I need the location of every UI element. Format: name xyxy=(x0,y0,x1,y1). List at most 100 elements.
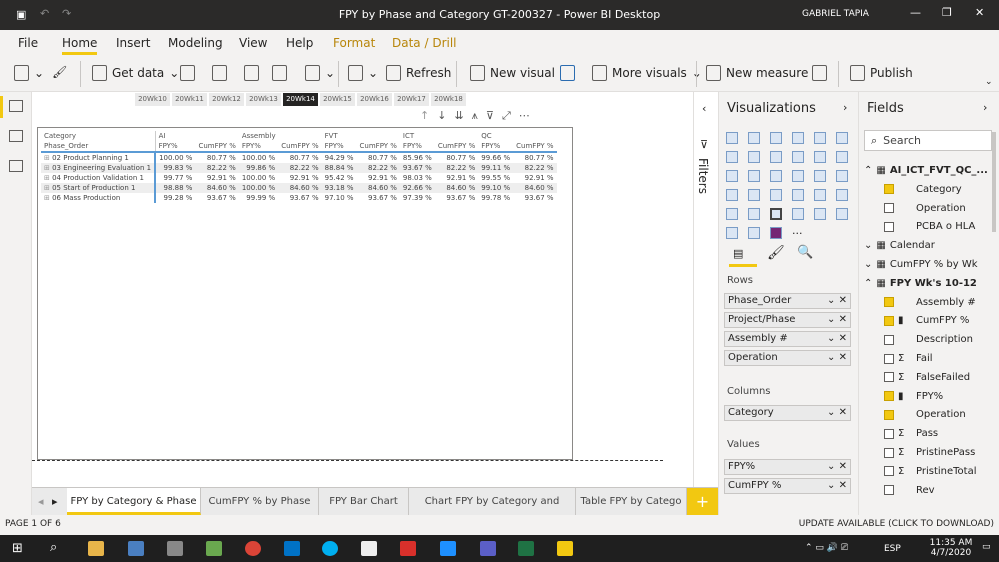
language-indicator[interactable]: ESP xyxy=(884,544,901,554)
stacked-area-visual-icon[interactable] xyxy=(770,151,782,163)
remove-field-icon[interactable]: ✕ xyxy=(839,333,847,344)
treemap-visual-icon[interactable] xyxy=(836,170,848,182)
quick-measure-button[interactable] xyxy=(812,65,827,81)
field-well-rows[interactable]: Operation ⌄ ✕ xyxy=(724,350,851,366)
field-checkbox[interactable] xyxy=(884,315,894,326)
custom-visual-visual-icon[interactable] xyxy=(770,227,782,239)
fields-tab-icon[interactable]: ▤ xyxy=(733,247,743,260)
funnel-visual-icon[interactable] xyxy=(748,170,760,182)
column-header-category[interactable]: QC xyxy=(478,131,556,141)
donut-visual-icon[interactable] xyxy=(814,170,826,182)
field-checkbox[interactable] xyxy=(884,184,894,195)
remove-field-icon[interactable]: ✕ xyxy=(839,407,847,418)
snipping-tool-icon[interactable] xyxy=(167,541,183,556)
chevron-up-icon[interactable]: ⌃ xyxy=(864,165,872,176)
python-visual-visual-icon[interactable] xyxy=(814,208,826,220)
field-item[interactable]: Σ PristineTotal xyxy=(884,466,977,477)
page-tab[interactable]: Chart FPY by Category and Phase xyxy=(409,488,576,515)
waterfall-visual-icon[interactable] xyxy=(726,170,738,182)
chevron-up-icon[interactable]: ⌃ xyxy=(864,278,872,289)
field-item[interactable]: Σ Pass xyxy=(884,428,938,439)
column-header-measure[interactable]: CumFPY % xyxy=(435,141,478,152)
menu-view[interactable]: View xyxy=(239,36,267,50)
week-20Wk12[interactable]: 20Wk12 xyxy=(209,93,244,106)
menu-format[interactable]: Format xyxy=(333,36,375,50)
column-header-measure[interactable]: CumFPY % xyxy=(278,141,321,152)
chevron-down-icon[interactable]: ⌄ xyxy=(827,461,839,472)
page-tab[interactable]: CumFPY % by Phase xyxy=(201,488,319,515)
decomposition-visual-icon[interactable] xyxy=(748,227,760,239)
app-icon[interactable] xyxy=(206,541,222,556)
recent-sources-button[interactable]: ⌄ xyxy=(305,65,335,81)
slicer-visual-icon[interactable] xyxy=(726,208,738,220)
table-visual-icon[interactable] xyxy=(748,208,760,220)
clock[interactable]: 11:35 AM 4/7/2020 xyxy=(926,538,976,558)
document-icon[interactable] xyxy=(361,541,377,556)
model-view-icon[interactable] xyxy=(9,160,23,172)
expand-all-icon[interactable]: ⇊ xyxy=(454,109,471,122)
prev-page-icon[interactable]: ◂ xyxy=(38,495,44,508)
field-checkbox[interactable] xyxy=(884,466,894,477)
pie-visual-icon[interactable] xyxy=(792,170,804,182)
field-table[interactable]: ⌄ ▦ Calendar xyxy=(864,240,935,251)
text-box-button[interactable] xyxy=(560,65,575,81)
field-checkbox[interactable] xyxy=(884,334,894,345)
field-item[interactable]: Σ Fail xyxy=(884,353,933,364)
remove-field-icon[interactable]: ✕ xyxy=(839,352,847,363)
more-options-icon[interactable]: ⋯ xyxy=(519,109,538,122)
fields-search-input[interactable]: ⌕ Search xyxy=(864,130,992,151)
transform-data-button[interactable]: ⌄ xyxy=(348,65,378,81)
field-checkbox[interactable] xyxy=(884,297,894,308)
notepad-icon[interactable] xyxy=(128,541,144,556)
close-button[interactable]: ✕ xyxy=(975,6,984,19)
filters-pane-collapsed[interactable]: ‹ ⊽ Filters xyxy=(693,92,718,515)
column-header-measure[interactable]: FPY% xyxy=(478,141,513,152)
gauge-visual-icon[interactable] xyxy=(770,189,782,201)
column-header-measure[interactable]: CumFPY % xyxy=(513,141,556,152)
column-header-category[interactable]: Assembly xyxy=(239,131,322,141)
menu-insert[interactable]: Insert xyxy=(116,36,150,50)
menu-data-drill[interactable]: Data / Drill xyxy=(392,36,457,50)
field-item[interactable]: Assembly # xyxy=(884,297,976,308)
outlook-icon[interactable] xyxy=(284,541,300,556)
column-header-category[interactable]: ICT xyxy=(400,131,478,141)
week-20Wk10[interactable]: 20Wk10 xyxy=(135,93,170,106)
chevron-down-icon[interactable]: ⌄ xyxy=(827,314,839,325)
remove-field-icon[interactable]: ✕ xyxy=(839,480,847,491)
excel-button[interactable] xyxy=(180,65,195,81)
expand-filters-icon[interactable]: ‹ xyxy=(702,102,706,115)
100-column-visual-icon[interactable] xyxy=(836,132,848,144)
chevron-down-icon[interactable]: ⌄ xyxy=(827,333,839,344)
chevron-down-icon[interactable]: ⌄ xyxy=(827,295,839,306)
more-visual-icon[interactable]: ··· xyxy=(792,227,804,240)
week-20Wk11[interactable]: 20Wk11 xyxy=(172,93,207,106)
field-checkbox[interactable] xyxy=(884,485,894,496)
field-checkbox[interactable] xyxy=(884,447,894,458)
new-visual-button[interactable]: New visual xyxy=(470,65,555,81)
field-well-values[interactable]: CumFPY % ⌄ ✕ xyxy=(724,478,851,494)
chevron-down-icon[interactable]: ⌄ xyxy=(864,240,872,251)
line-column-visual-icon[interactable] xyxy=(792,151,804,163)
format-tab-icon[interactable]: 🖌 xyxy=(767,245,785,261)
power-bi-datasets-button[interactable] xyxy=(212,65,227,81)
report-view-icon[interactable] xyxy=(9,100,23,112)
field-table[interactable]: ⌃ ▦ FPY Wk's 10-12 xyxy=(864,278,977,289)
chevron-down-icon[interactable]: ⌄ xyxy=(827,480,839,491)
field-item[interactable]: Σ PristinePass xyxy=(884,447,975,458)
start-icon[interactable]: ⊞ xyxy=(12,541,23,556)
field-well-rows[interactable]: Project/Phase ⌄ ✕ xyxy=(724,312,851,328)
menu-help[interactable]: Help xyxy=(286,36,313,50)
search-icon[interactable]: ⌕ xyxy=(50,540,57,555)
minimize-button[interactable]: — xyxy=(910,6,921,19)
user-name[interactable]: GABRIEL TAPIA xyxy=(802,9,869,19)
field-item[interactable]: Operation xyxy=(884,203,966,214)
focus-mode-icon[interactable]: ⤢ xyxy=(502,109,519,122)
redo-icon[interactable]: ↷ xyxy=(62,7,71,20)
data-view-icon[interactable] xyxy=(9,130,23,142)
remove-field-icon[interactable]: ✕ xyxy=(839,461,847,472)
field-checkbox[interactable] xyxy=(884,203,894,214)
add-page-button[interactable]: + xyxy=(687,488,718,515)
scatter-visual-icon[interactable] xyxy=(770,170,782,182)
drill-down-icon[interactable]: ↓ xyxy=(437,109,454,122)
field-item[interactable]: ▮ CumFPY % xyxy=(884,315,969,326)
